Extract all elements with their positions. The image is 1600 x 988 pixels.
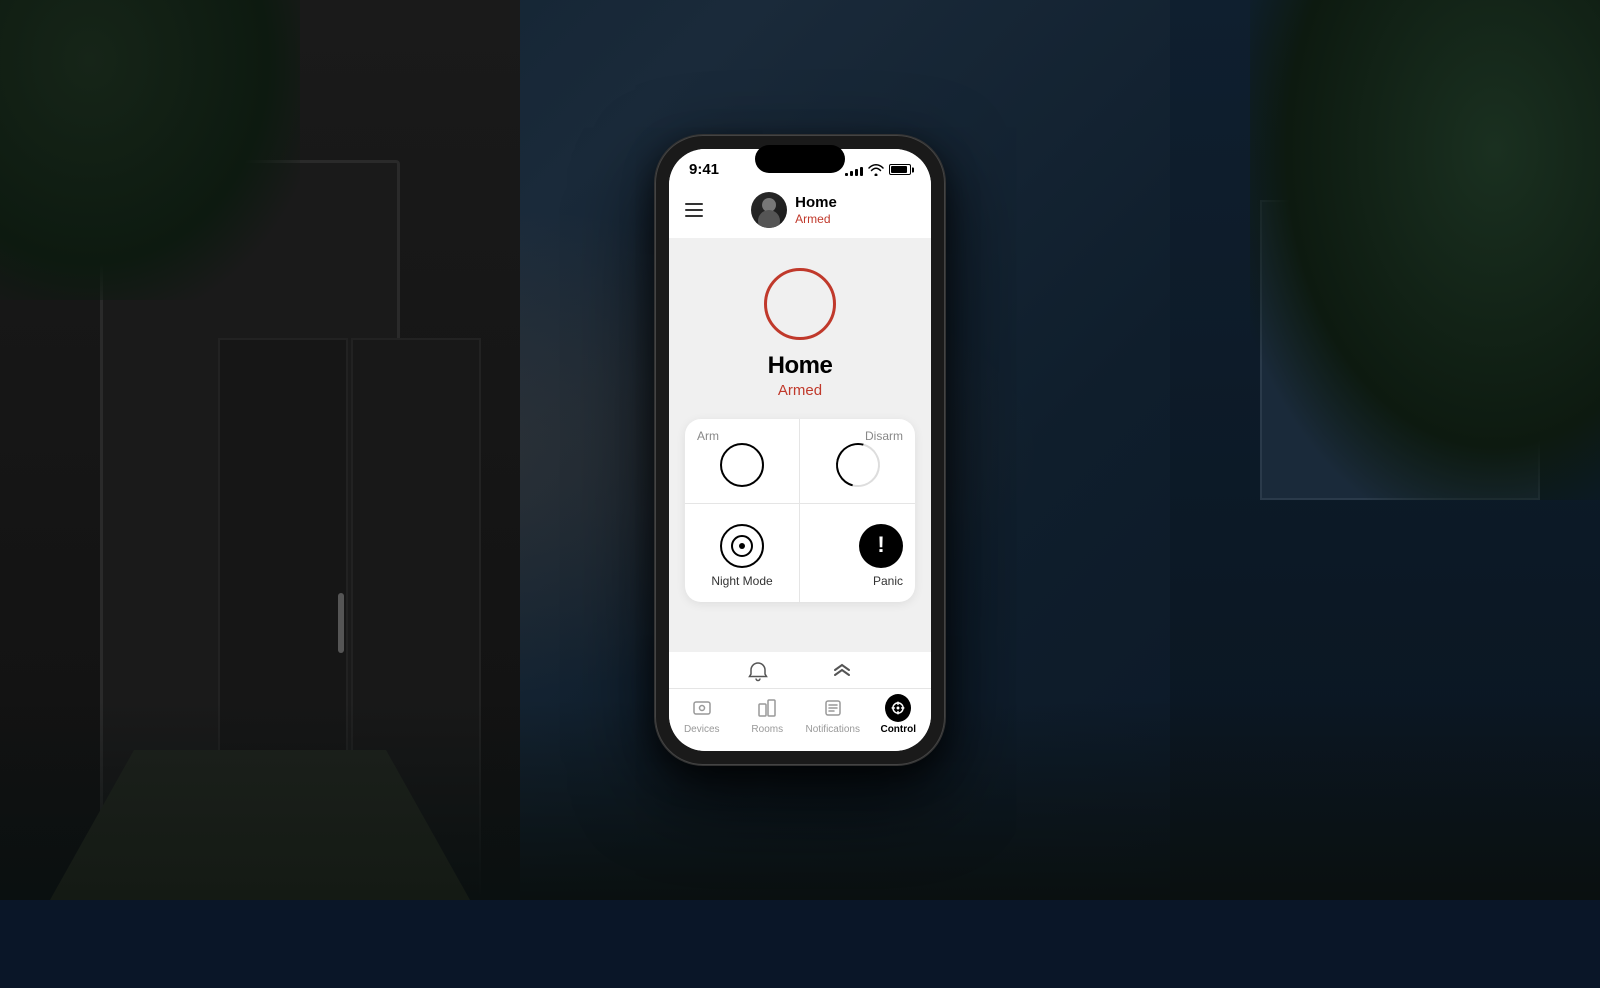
chevron-up-button[interactable] [830, 660, 854, 684]
tab-rooms[interactable]: Rooms [740, 695, 795, 735]
tab-control-label: Control [880, 724, 916, 735]
tree-right [1250, 0, 1600, 500]
main-content: Home Armed Arm Disarm [669, 238, 931, 652]
disarm-cell[interactable]: Disarm [800, 419, 915, 503]
night-mode-cell[interactable]: Night Mode [685, 504, 800, 602]
wifi-icon [868, 164, 884, 176]
notifications-tab-icon [820, 695, 846, 721]
menu-button[interactable] [685, 203, 703, 217]
devices-icon [689, 695, 715, 721]
status-sub-label: Armed [778, 382, 822, 399]
rooms-icon [754, 695, 780, 721]
avatar-body [758, 210, 780, 228]
battery-fill [891, 166, 907, 173]
night-mode-label: Night Mode [711, 574, 772, 588]
tab-control[interactable]: Control [871, 695, 926, 735]
status-icons [845, 164, 911, 176]
arm-icon-circle [720, 443, 764, 487]
status-main-label: Home [768, 352, 833, 380]
disarm-icon-spin [827, 435, 887, 495]
tab-devices[interactable]: Devices [674, 695, 729, 735]
control-icon-bg [885, 694, 911, 722]
tab-notifications-label: Notifications [806, 724, 860, 735]
hamburger-line-2 [685, 209, 703, 211]
quick-actions-bar [669, 652, 931, 688]
tab-bar: Devices Rooms [669, 688, 931, 751]
tab-rooms-label: Rooms [751, 724, 783, 735]
door-handle [338, 593, 344, 653]
control-tab-icon [885, 695, 911, 721]
header-title: Home [795, 194, 837, 212]
signal-bar-3 [855, 169, 858, 176]
panic-cell[interactable]: ! Panic [800, 504, 915, 602]
bell-quick-button[interactable] [746, 660, 770, 684]
signal-bar-4 [860, 167, 863, 176]
chevron-up-icon [830, 660, 854, 684]
tab-notifications[interactable]: Notifications [805, 695, 860, 735]
armed-status-circle[interactable] [764, 268, 836, 340]
night-mode-icon [720, 524, 764, 568]
battery-icon [889, 164, 911, 175]
app-header: Home Armed [669, 184, 931, 238]
panic-icon: ! [859, 524, 903, 568]
tab-devices-label: Devices [684, 724, 720, 735]
arm-cell[interactable]: Arm [685, 419, 800, 503]
status-time: 9:41 [689, 161, 719, 178]
night-mode-icon-inner [731, 535, 753, 557]
hamburger-line-1 [685, 203, 703, 205]
phone-screen: 9:41 [669, 149, 931, 751]
phone-device: 9:41 [655, 135, 945, 765]
night-mode-icon-dot [739, 543, 745, 549]
gravel-path [50, 750, 470, 900]
header-status: Armed [795, 212, 837, 226]
header-center: Home Armed [751, 192, 837, 228]
signal-bar-2 [850, 171, 853, 176]
phone-wrapper: 9:41 [655, 135, 945, 765]
control-grid-top: Arm Disarm [685, 419, 915, 504]
header-text: Home Armed [795, 194, 837, 226]
dynamic-island [755, 149, 845, 173]
signal-bar-1 [845, 173, 848, 176]
bell-icon [746, 660, 770, 684]
tree-left [0, 0, 300, 300]
panic-label: Panic [873, 574, 903, 588]
control-card: Arm Disarm [685, 419, 915, 602]
exclamation-mark: ! [877, 534, 884, 556]
control-grid-bottom: Night Mode ! Panic [685, 504, 915, 602]
hamburger-line-3 [685, 215, 703, 217]
user-avatar[interactable] [751, 192, 787, 228]
disarm-label: Disarm [865, 429, 903, 443]
arm-label: Arm [697, 429, 719, 443]
status-circle-container: Home Armed [764, 268, 836, 399]
signal-icon [845, 164, 863, 176]
